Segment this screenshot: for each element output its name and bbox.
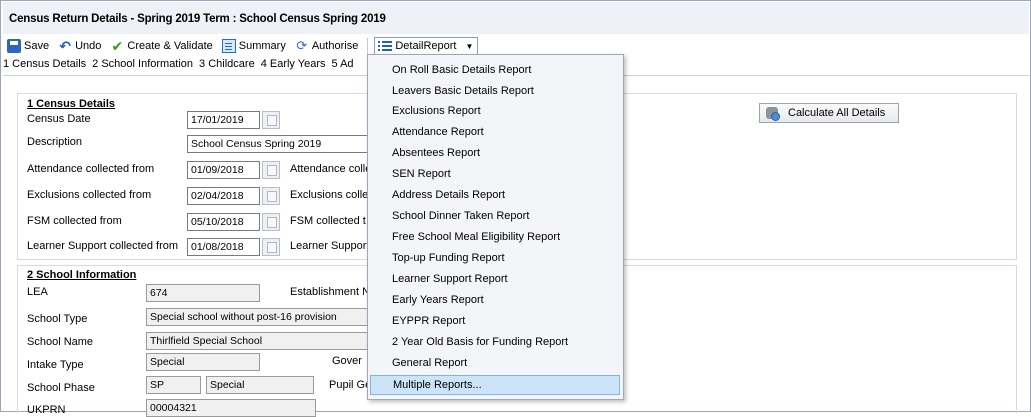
fsm-from-field[interactable]: 05/10/2018 bbox=[187, 213, 260, 231]
summary-label: Summary bbox=[238, 40, 286, 52]
tab-additional[interactable]: 5 Ad bbox=[332, 58, 354, 72]
calendar-icon[interactable] bbox=[262, 238, 280, 256]
school-phase-label: School Phase bbox=[27, 382, 95, 394]
attendance-from-label: Attendance collected from bbox=[27, 163, 155, 175]
ukprn-label: UKPRN bbox=[27, 404, 66, 416]
undo-label: Undo bbox=[75, 40, 102, 52]
window-title: Census Return Details - Spring 2019 Term… bbox=[9, 13, 386, 25]
authorise-label: Authorise bbox=[311, 40, 359, 52]
learner-support-to-label: Learner Support bbox=[290, 240, 370, 252]
tab-school-information[interactable]: 2 School Information bbox=[92, 58, 193, 72]
authorise-button[interactable]: ⟳ Authorise bbox=[295, 39, 358, 53]
attendance-from-field[interactable]: 01/09/2018 bbox=[187, 161, 260, 179]
menu-item-address-details[interactable]: Address Details Report bbox=[392, 185, 505, 205]
undo-button[interactable]: ↶ Undo bbox=[58, 39, 101, 53]
summary-icon bbox=[221, 39, 236, 53]
pupil-label: Pupil Ge bbox=[329, 379, 372, 391]
census-date-label: Census Date bbox=[27, 113, 91, 125]
undo-icon: ↶ bbox=[59, 38, 71, 54]
menu-item-school-dinner-taken[interactable]: School Dinner Taken Report bbox=[392, 206, 529, 226]
establishment-label: Establishment N bbox=[290, 286, 371, 298]
tab-census-details[interactable]: 1 Census Details bbox=[3, 58, 86, 72]
school-phase-field: Special bbox=[206, 376, 314, 394]
fsm-from-label: FSM collected from bbox=[27, 215, 122, 227]
calendar-icon[interactable] bbox=[262, 213, 280, 231]
title-bar: Census Return Details - Spring 2019 Term… bbox=[3, 2, 1029, 34]
exclusions-from-label: Exclusions collected from bbox=[27, 189, 152, 201]
menu-item-leavers-basic-details[interactable]: Leavers Basic Details Report bbox=[392, 81, 534, 101]
menu-item-exclusions[interactable]: Exclusions Report bbox=[392, 101, 481, 121]
attendance-to-label: Attendance colle bbox=[290, 163, 372, 175]
school-name-label: School Name bbox=[27, 336, 94, 348]
toolbar-separator bbox=[367, 38, 369, 54]
learner-support-from-label: Learner Support collected from bbox=[27, 240, 179, 252]
calendar-icon[interactable] bbox=[262, 161, 280, 179]
detail-report-button[interactable]: DetailReport ▼ bbox=[374, 36, 479, 56]
calculate-all-details-button[interactable]: Calculate All Details bbox=[759, 103, 899, 123]
dropdown-caret-icon: ▼ bbox=[465, 41, 474, 51]
window-frame: Census Return Details - Spring 2019 Term… bbox=[0, 0, 1031, 417]
tab-early-years[interactable]: 4 Early Years bbox=[261, 58, 326, 72]
menu-item-absentees[interactable]: Absentees Report bbox=[392, 143, 480, 163]
school-type-label: School Type bbox=[27, 313, 88, 325]
toolbar: Save ↶ Undo ✔ Create & Validate Summary … bbox=[7, 36, 479, 56]
census-details-heading: 1 Census Details bbox=[27, 98, 116, 110]
save-icon bbox=[7, 39, 21, 53]
authorise-icon: ⟳ bbox=[296, 38, 308, 53]
learner-support-from-field[interactable]: 01/08/2018 bbox=[187, 238, 260, 256]
census-date-field[interactable]: 17/01/2019 bbox=[187, 111, 260, 129]
section-tabs: 1 Census Details 2 School Information 3 … bbox=[3, 58, 364, 72]
detail-report-menu: On Roll Basic Details Report Leavers Bas… bbox=[367, 54, 624, 400]
school-phase-code-field: SP bbox=[146, 376, 201, 394]
governance-label: Gover bbox=[332, 355, 362, 367]
menu-item-early-years[interactable]: Early Years Report bbox=[392, 290, 484, 310]
ukprn-field: 00004321 bbox=[146, 399, 316, 417]
menu-item-top-up-funding[interactable]: Top-up Funding Report bbox=[392, 248, 505, 268]
menu-item-eyppr[interactable]: EYPPR Report bbox=[392, 311, 465, 331]
tab-childcare[interactable]: 3 Childcare bbox=[199, 58, 255, 72]
intake-type-field: Special bbox=[146, 353, 260, 371]
exclusions-from-field[interactable]: 02/04/2018 bbox=[187, 187, 260, 205]
create-validate-label: Create & Validate bbox=[127, 40, 213, 52]
exclusions-to-label: Exclusions colle bbox=[290, 189, 369, 201]
description-label: Description bbox=[27, 136, 83, 148]
menu-item-sen[interactable]: SEN Report bbox=[392, 164, 451, 184]
calculate-icon bbox=[766, 107, 780, 121]
menu-item-multiple-reports[interactable]: Multiple Reports... bbox=[370, 375, 620, 395]
lea-field: 674 bbox=[146, 284, 260, 302]
list-icon bbox=[378, 40, 393, 52]
save-label: Save bbox=[24, 40, 50, 52]
school-name-field: Thirlfield Special School bbox=[146, 332, 382, 350]
calendar-icon[interactable] bbox=[262, 111, 280, 129]
menu-item-on-roll-basic-details[interactable]: On Roll Basic Details Report bbox=[392, 60, 531, 80]
save-button[interactable]: Save bbox=[7, 39, 49, 53]
menu-item-attendance[interactable]: Attendance Report bbox=[392, 122, 484, 142]
detail-report-label: DetailReport bbox=[395, 40, 457, 52]
calculate-label: Calculate All Details bbox=[788, 107, 886, 119]
calendar-icon[interactable] bbox=[262, 187, 280, 205]
fsm-to-label: FSM collected t bbox=[290, 215, 366, 227]
menu-item-learner-support[interactable]: Learner Support Report bbox=[392, 269, 508, 289]
menu-item-fsm-eligibility[interactable]: Free School Meal Eligibility Report bbox=[392, 227, 560, 247]
summary-button[interactable]: Summary bbox=[221, 39, 286, 53]
intake-type-label: Intake Type bbox=[27, 359, 84, 371]
menu-item-2-year-old-funding[interactable]: 2 Year Old Basis for Funding Report bbox=[392, 332, 568, 352]
school-type-field: Special school without post-16 provision bbox=[146, 308, 382, 326]
school-information-heading: 2 School Information bbox=[27, 269, 137, 281]
description-field[interactable]: School Census Spring 2019 bbox=[187, 135, 382, 153]
menu-item-general[interactable]: General Report bbox=[392, 353, 467, 373]
checkmark-icon: ✔ bbox=[111, 38, 124, 54]
create-validate-button[interactable]: ✔ Create & Validate bbox=[110, 38, 213, 54]
lea-label: LEA bbox=[27, 286, 48, 298]
